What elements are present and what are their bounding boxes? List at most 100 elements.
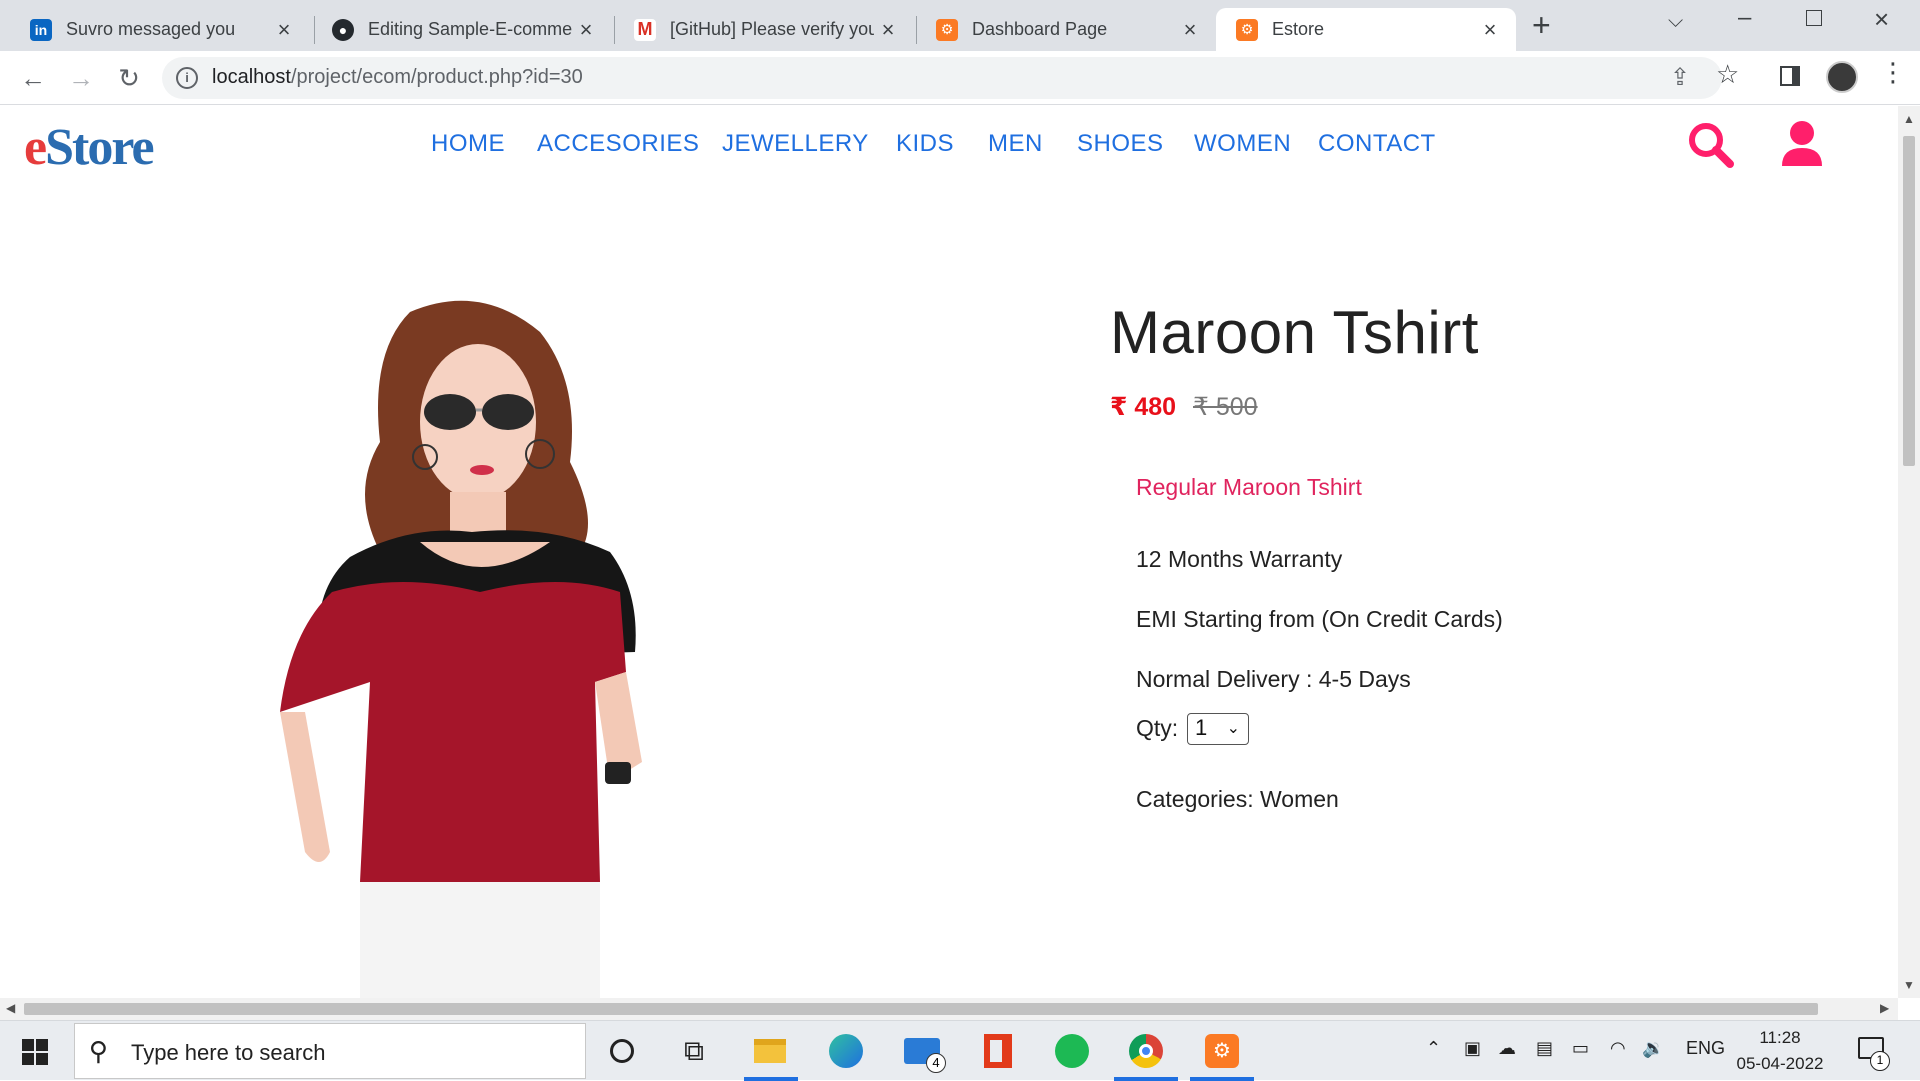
notification-count: 1	[1870, 1051, 1890, 1071]
nav-accessories[interactable]: ACCESORIES	[537, 130, 699, 158]
notification-icon[interactable]: 1	[1858, 1037, 1890, 1071]
tab-title: Editing Sample-E-commer	[368, 19, 572, 39]
product-description: Regular Maroon Tshirt	[1136, 474, 1362, 500]
close-tab-icon[interactable]: ×	[270, 17, 298, 43]
nav-jewellery[interactable]: JEWELLERY	[722, 130, 869, 158]
qty-dropdown[interactable]: 1 ⌄	[1187, 713, 1249, 745]
product-categories: Categories: Women	[1136, 786, 1339, 813]
windows-start-icon[interactable]	[22, 1039, 48, 1065]
file-explorer-icon[interactable]	[748, 1029, 792, 1073]
close-tab-icon[interactable]: ×	[874, 17, 902, 43]
search-icon[interactable]	[1686, 120, 1734, 168]
forward-arrow-icon[interactable]: →	[64, 61, 98, 95]
active-app-indicator	[744, 1077, 798, 1081]
qty-label: Qty:	[1136, 715, 1179, 741]
onedrive-icon[interactable]: ☁	[1498, 1038, 1516, 1059]
nav-kids[interactable]: KIDS	[896, 130, 954, 158]
user-account-icon[interactable]	[1780, 120, 1824, 168]
show-hidden-icons-chevron-icon[interactable]: ⌃	[1426, 1038, 1441, 1059]
tab-search-chevron-icon[interactable]: ⌵	[1668, 10, 1683, 33]
tab-title: Estore	[1272, 19, 1325, 39]
scroll-left-arrow-icon[interactable]: ◀	[6, 1001, 15, 1015]
close-tab-icon[interactable]: ×	[1476, 17, 1504, 43]
chevron-down-icon: ⌄	[1226, 720, 1240, 737]
nav-women[interactable]: WOMEN	[1194, 130, 1291, 158]
new-tab-icon[interactable]: +	[1532, 8, 1551, 42]
wifi-icon[interactable]: ◠	[1610, 1038, 1626, 1059]
linkedin-icon: in	[30, 18, 52, 41]
edge-icon[interactable]	[824, 1029, 868, 1073]
mail-icon[interactable]: 4	[900, 1029, 946, 1073]
side-panel-icon[interactable]	[1780, 66, 1800, 86]
nav-home[interactable]: HOME	[431, 130, 505, 158]
close-tab-icon[interactable]: ×	[572, 17, 600, 43]
active-app-indicator	[1190, 1077, 1254, 1081]
profile-avatar[interactable]	[1826, 61, 1858, 93]
chrome-icon[interactable]	[1124, 1029, 1168, 1073]
active-app-indicator	[1114, 1077, 1178, 1081]
categories-label: Categories:	[1136, 786, 1254, 812]
site-info-icon[interactable]: i	[176, 67, 198, 89]
gmail-icon: M	[634, 18, 656, 41]
category-link[interactable]: Women	[1260, 786, 1339, 812]
horizontal-scroll-thumb[interactable]	[24, 1003, 1818, 1015]
estore-logo[interactable]: eStore	[24, 118, 155, 177]
task-view-icon[interactable]: ⧉	[672, 1029, 716, 1073]
language-indicator[interactable]: ENG	[1686, 1038, 1725, 1059]
nav-shoes[interactable]: SHOES	[1077, 130, 1164, 158]
volume-icon[interactable]: 🔉	[1642, 1038, 1664, 1059]
horizontal-scrollbar[interactable]: ◀ ▶	[0, 998, 1898, 1020]
tab-linkedin[interactable]: in Suvro messaged you ×	[10, 8, 310, 51]
logo-store: Store	[45, 119, 154, 176]
nav-contact[interactable]: CONTACT	[1318, 130, 1436, 158]
minimize-icon[interactable]: –	[1738, 4, 1751, 32]
nav-men[interactable]: MEN	[988, 130, 1043, 158]
vertical-scrollbar[interactable]: ▲ ▼	[1898, 106, 1920, 998]
battery-icon[interactable]: ▭	[1572, 1038, 1589, 1059]
spotify-icon[interactable]	[1050, 1029, 1094, 1073]
scroll-down-arrow-icon[interactable]: ▼	[1903, 978, 1915, 992]
url-text[interactable]: localhost/project/ecom/product.php?id=30	[212, 66, 583, 89]
tab-title: Dashboard Page	[972, 19, 1108, 39]
feature-delivery: Normal Delivery : 4-5 Days	[1136, 666, 1411, 692]
product-title: Maroon Tshirt	[1110, 299, 1479, 366]
github-icon: ●	[332, 18, 354, 41]
clock-date: 05-04-2022	[1736, 1054, 1824, 1073]
close-tab-icon[interactable]: ×	[1176, 17, 1204, 43]
scroll-up-arrow-icon[interactable]: ▲	[1903, 112, 1915, 126]
mail-badge: 4	[926, 1053, 946, 1073]
clock-time: 11:28	[1759, 1028, 1801, 1047]
browser-menu-icon[interactable]: ⋮	[1880, 57, 1906, 88]
address-bar[interactable]: i localhost/project/ecom/product.php?id=…	[162, 57, 1722, 99]
taskbar-search-box[interactable]: ⚲ Type here to search	[74, 1023, 586, 1079]
meet-icon[interactable]: ▣	[1464, 1038, 1481, 1059]
xampp-taskbar-icon[interactable]: ⚙	[1200, 1029, 1244, 1073]
logo-e: e	[24, 119, 47, 176]
qty-value: 1	[1195, 715, 1208, 740]
share-icon[interactable]: ⇪	[1670, 63, 1690, 92]
tab-estore[interactable]: ⚙ Estore ×	[1216, 8, 1516, 51]
close-window-icon[interactable]: ×	[1874, 4, 1889, 35]
scroll-right-arrow-icon[interactable]: ▶	[1880, 1001, 1889, 1015]
url-host: localhost	[212, 66, 291, 88]
reload-icon[interactable]: ↻	[112, 61, 146, 95]
bookmark-star-icon[interactable]: ☆	[1716, 59, 1739, 90]
back-arrow-icon[interactable]: ←	[16, 61, 50, 95]
browser-toolbar: ← → ↻ i localhost/project/ecom/product.p…	[0, 51, 1920, 105]
product-price: ₹ 480	[1110, 393, 1177, 421]
cortana-icon[interactable]	[600, 1029, 644, 1073]
restore-icon[interactable]	[1806, 10, 1822, 26]
xampp-icon: ⚙	[1236, 18, 1258, 41]
web-page: eStore HOME ACCESORIES JEWELLERY KIDS ME…	[0, 106, 1898, 998]
tab-gmail[interactable]: M [GitHub] Please verify you ×	[614, 8, 914, 51]
windows-taskbar: ⚲ Type here to search ⧉ 4 ⚙ ⌃ ▣ ☁ ▤ ▭ ◠ …	[0, 1020, 1920, 1081]
search-icon: ⚲	[89, 1036, 109, 1066]
office-icon[interactable]	[976, 1029, 1020, 1073]
tab-dashboard[interactable]: ⚙ Dashboard Page ×	[916, 8, 1216, 51]
feature-emi: EMI Starting from (On Credit Cards)	[1136, 606, 1503, 632]
display-icon[interactable]: ▤	[1536, 1038, 1553, 1059]
tab-github[interactable]: ● Editing Sample-E-commer ×	[312, 8, 612, 51]
clock[interactable]: 11:28 05-04-2022	[1735, 1025, 1825, 1077]
tab-title: Suvro messaged you	[66, 19, 236, 39]
vertical-scroll-thumb[interactable]	[1903, 136, 1915, 466]
